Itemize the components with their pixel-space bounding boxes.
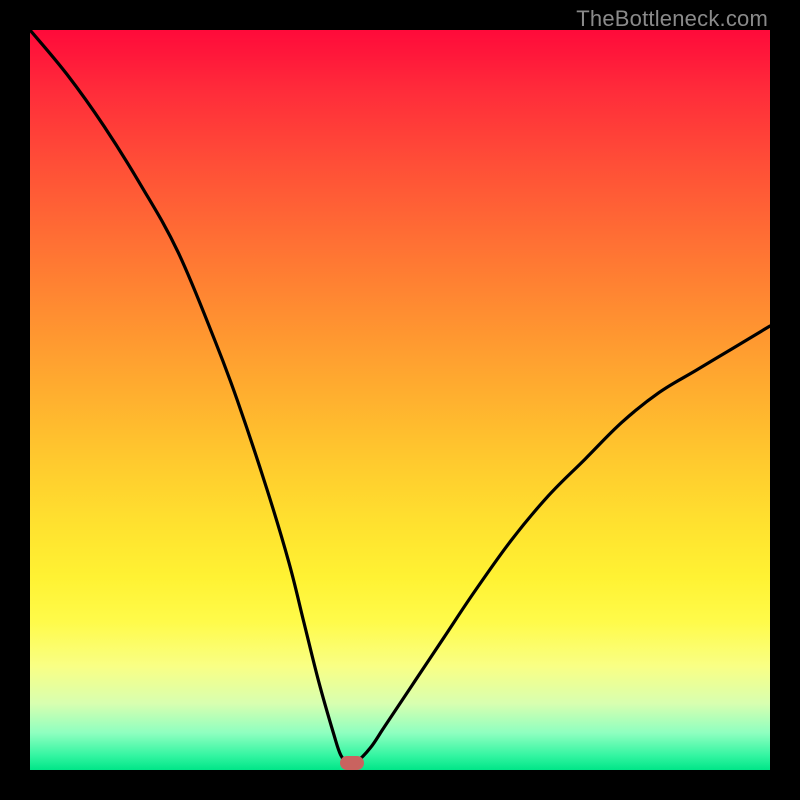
bottleneck-curve (30, 30, 770, 770)
optimum-marker (340, 756, 364, 770)
chart-frame: TheBottleneck.com (0, 0, 800, 800)
plot-area (30, 30, 770, 770)
watermark-text: TheBottleneck.com (576, 6, 768, 32)
